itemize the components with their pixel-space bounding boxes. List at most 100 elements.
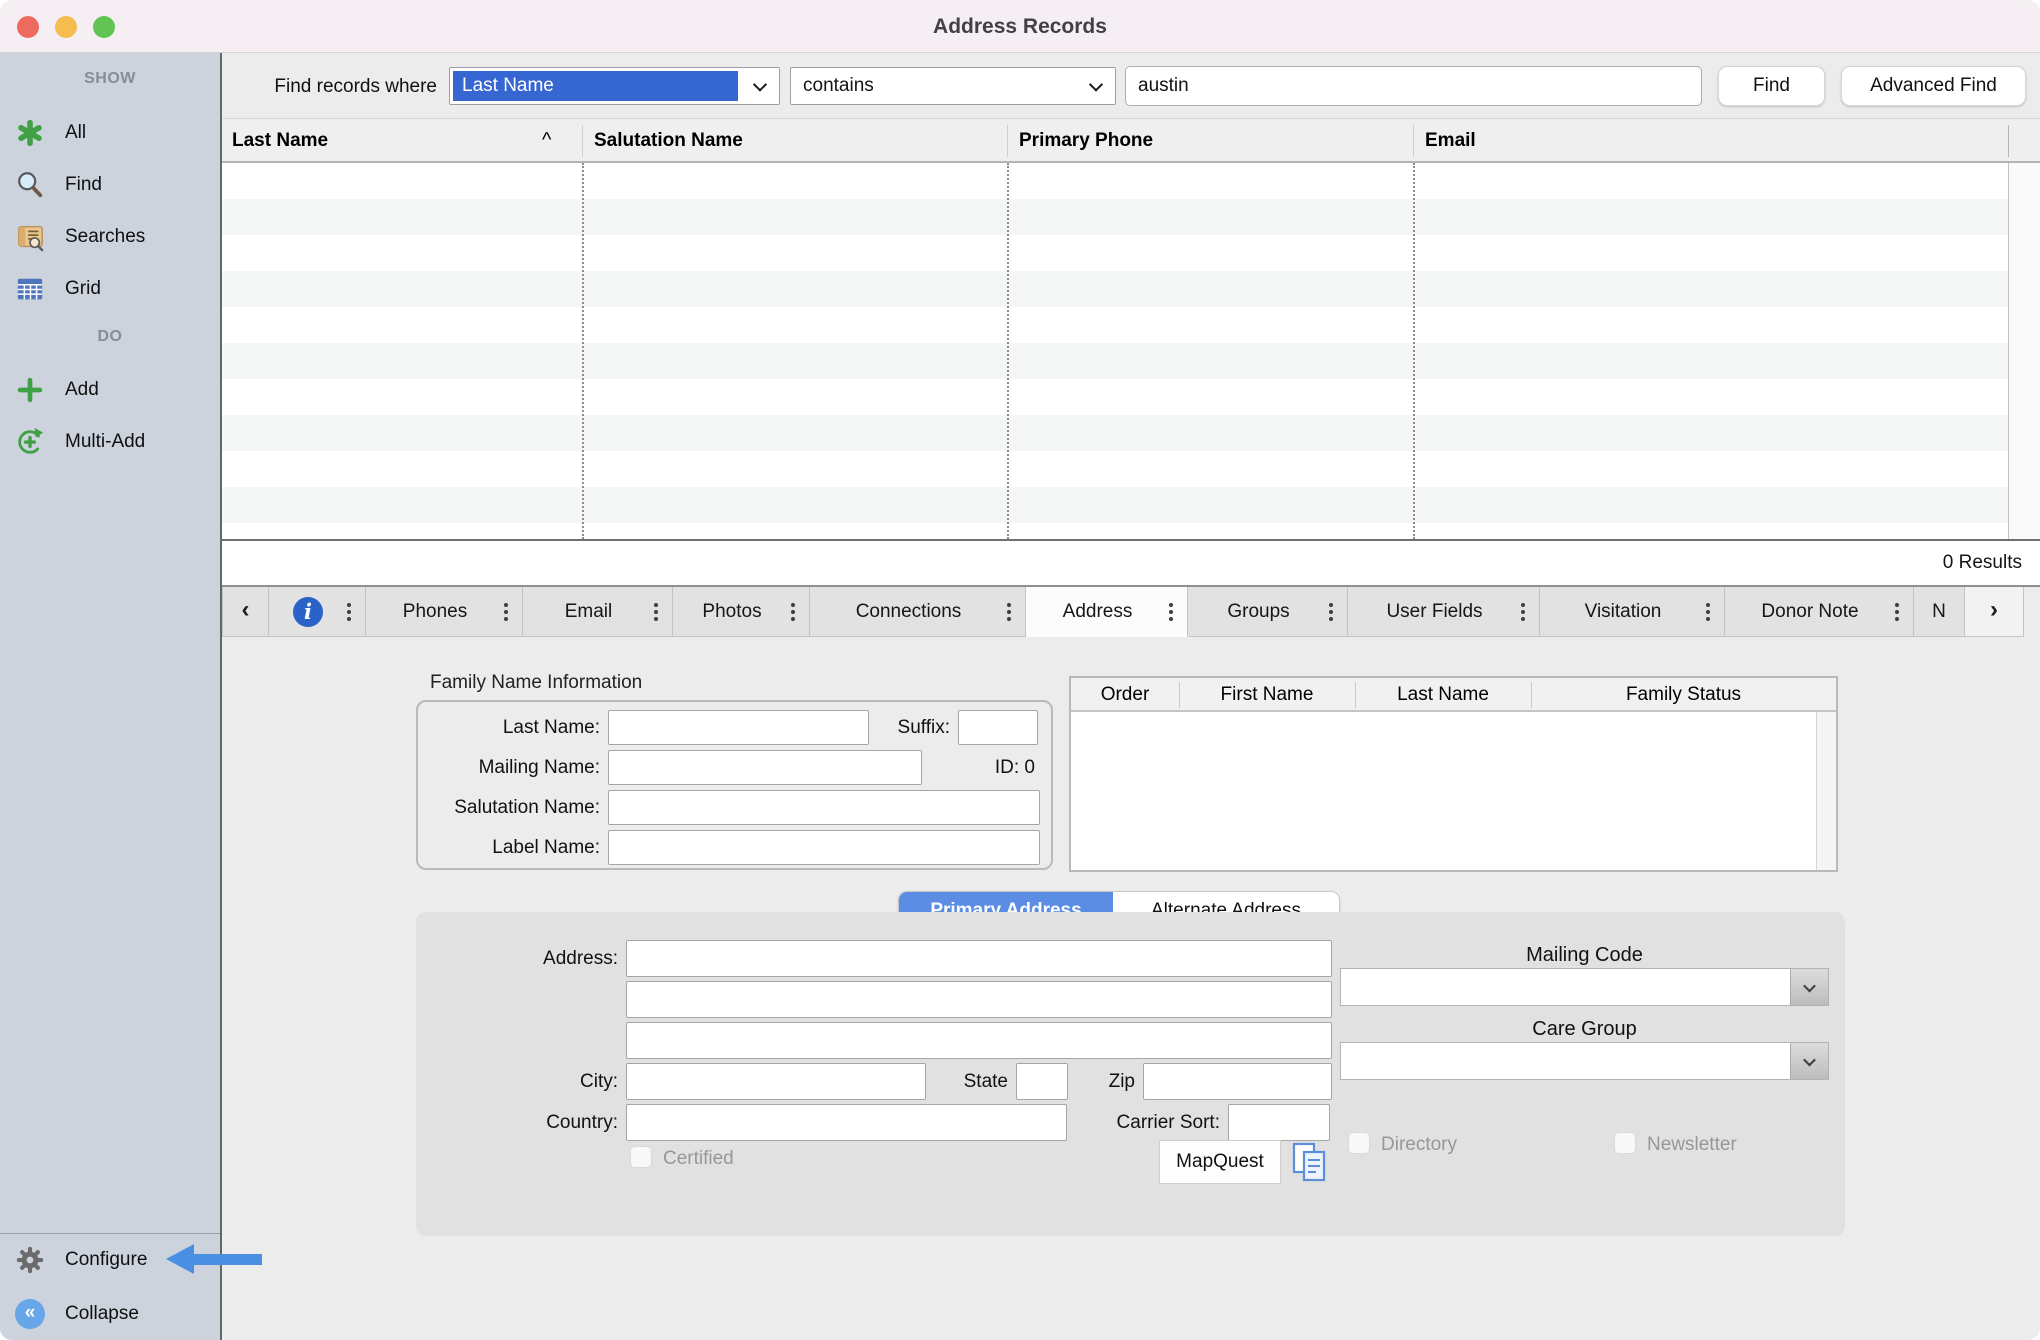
- sidebar-show-header: SHOW: [0, 70, 220, 88]
- sidebar-item-label: Searches: [65, 226, 145, 248]
- column-header-primary-phone[interactable]: Primary Phone: [1019, 119, 1153, 162]
- operator-select[interactable]: contains: [790, 67, 1116, 105]
- kebab-menu-icon[interactable]: [504, 610, 508, 614]
- annotation-arrow-head: [166, 1244, 194, 1274]
- country-input[interactable]: [626, 1104, 1067, 1141]
- care-group-label: Care Group: [1340, 1018, 1829, 1041]
- tabs-scroll-right-button[interactable]: ›: [1965, 587, 2024, 637]
- field-select[interactable]: Last Name: [449, 67, 780, 105]
- kebab-menu-icon[interactable]: [1521, 610, 1525, 614]
- kebab-menu-icon[interactable]: [654, 610, 658, 614]
- chevron-down-icon: [1077, 81, 1115, 91]
- chevron-down-icon: [1790, 969, 1828, 1005]
- sidebar-item-label: Add: [65, 379, 99, 401]
- sidebar-item-collapse[interactable]: « Collapse: [0, 1294, 220, 1334]
- tab-groups[interactable]: Groups: [1188, 587, 1348, 637]
- mapquest-button[interactable]: MapQuest: [1159, 1140, 1281, 1184]
- sidebar-divider: [0, 1233, 220, 1234]
- column-header-salutation-name[interactable]: Salutation Name: [594, 119, 743, 162]
- copy-address-button[interactable]: [1290, 1140, 1330, 1186]
- salutation-name-input[interactable]: [608, 790, 1040, 825]
- copy-document-icon: [1292, 1142, 1328, 1184]
- find-button[interactable]: Find: [1718, 66, 1825, 106]
- newsletter-label: Newsletter: [1647, 1134, 1737, 1156]
- zip-input[interactable]: [1143, 1063, 1332, 1100]
- search-query-input[interactable]: [1125, 66, 1702, 106]
- kebab-menu-icon[interactable]: [791, 610, 795, 614]
- operator-select-value: contains: [791, 75, 1077, 97]
- column-header-last-name[interactable]: Last Name: [1355, 678, 1531, 712]
- tab-address-active[interactable]: Address: [1026, 587, 1188, 637]
- sidebar-do-header: DO: [0, 328, 220, 346]
- asterisk-icon: [14, 117, 46, 149]
- family-table-scrollbar-track[interactable]: [1816, 712, 1836, 870]
- scroll-search-icon: [14, 221, 46, 253]
- results-scrollbar-track[interactable]: [2008, 163, 2040, 539]
- care-group-dropdown[interactable]: [1340, 1042, 1829, 1080]
- mailing-name-input[interactable]: [608, 750, 922, 785]
- label-name-input[interactable]: [608, 830, 1040, 865]
- column-separator: [1007, 163, 1009, 539]
- tabs-scroll-left-button[interactable]: ‹: [222, 587, 269, 637]
- label-name-label: Label Name:: [400, 837, 600, 859]
- carrier-sort-label: Carrier Sort:: [1088, 1112, 1220, 1134]
- tab-connections[interactable]: Connections: [810, 587, 1026, 637]
- certified-checkbox[interactable]: [630, 1146, 652, 1168]
- family-members-table: Order First Name Last Name Family Status: [1069, 676, 1838, 872]
- results-table-body[interactable]: [222, 163, 2008, 539]
- kebab-menu-icon[interactable]: [1329, 610, 1333, 614]
- app-window: Address Records SHOW All Find: [0, 0, 2040, 1340]
- column-header-family-status[interactable]: Family Status: [1531, 678, 1836, 712]
- newsletter-checkbox[interactable]: [1614, 1132, 1636, 1154]
- tab-info[interactable]: i: [269, 587, 366, 637]
- advanced-find-button[interactable]: Advanced Find: [1841, 66, 2026, 106]
- sidebar-item-grid[interactable]: Grid: [0, 269, 220, 309]
- tab-donor-note[interactable]: Donor Note: [1725, 587, 1914, 637]
- suffix-label: Suffix:: [850, 717, 950, 739]
- column-header-last-name[interactable]: Last Name: [232, 119, 328, 162]
- mailing-code-label: Mailing Code: [1340, 944, 1829, 967]
- tab-phones[interactable]: Phones: [366, 587, 523, 637]
- sidebar-item-all[interactable]: All: [0, 113, 220, 153]
- kebab-menu-icon[interactable]: [1706, 610, 1710, 614]
- kebab-menu-icon[interactable]: [1007, 610, 1011, 614]
- last-name-input[interactable]: [608, 710, 869, 745]
- sidebar-item-find[interactable]: Find: [0, 165, 220, 205]
- annotation-arrow-shaft: [192, 1254, 262, 1265]
- tab-user-fields[interactable]: User Fields: [1348, 587, 1540, 637]
- city-input[interactable]: [626, 1063, 926, 1100]
- tab-email[interactable]: Email: [523, 587, 673, 637]
- chevron-down-icon: [741, 81, 779, 91]
- country-label: Country:: [420, 1112, 618, 1134]
- column-header-email[interactable]: Email: [1425, 119, 1476, 162]
- tab-photos[interactable]: Photos: [673, 587, 810, 637]
- family-name-information-title: Family Name Information: [430, 672, 642, 694]
- suffix-input[interactable]: [958, 710, 1038, 745]
- tab-visitation[interactable]: Visitation: [1540, 587, 1725, 637]
- address-line3-input[interactable]: [626, 1022, 1332, 1059]
- address-line2-input[interactable]: [626, 981, 1332, 1018]
- sidebar-item-searches[interactable]: Searches: [0, 217, 220, 257]
- info-icon: i: [293, 597, 323, 627]
- column-header-order[interactable]: Order: [1071, 678, 1179, 712]
- kebab-menu-icon[interactable]: [1895, 610, 1899, 614]
- sidebar-item-label: Configure: [65, 1249, 147, 1271]
- tab-notes-truncated[interactable]: N: [1914, 587, 1965, 637]
- sidebar-item-add[interactable]: Add: [0, 370, 220, 410]
- kebab-menu-icon[interactable]: [347, 610, 351, 614]
- address-line1-input[interactable]: [626, 940, 1332, 977]
- state-label: State: [908, 1071, 1008, 1093]
- multi-add-icon: [14, 426, 46, 458]
- sort-ascending-indicator[interactable]: ^: [542, 119, 551, 162]
- address-label: Address:: [420, 948, 618, 970]
- sidebar-item-multi-add[interactable]: Multi-Add: [0, 422, 220, 462]
- sidebar-item-label: Collapse: [65, 1303, 139, 1325]
- directory-checkbox[interactable]: [1348, 1132, 1370, 1154]
- mailing-code-dropdown[interactable]: [1340, 968, 1829, 1006]
- column-header-first-name[interactable]: First Name: [1179, 678, 1355, 712]
- chevron-down-icon: [1790, 1043, 1828, 1079]
- carrier-sort-input[interactable]: [1228, 1104, 1330, 1141]
- kebab-menu-icon[interactable]: [1169, 610, 1173, 614]
- family-table-header: Order First Name Last Name Family Status: [1071, 678, 1836, 712]
- plus-icon: [14, 374, 46, 406]
